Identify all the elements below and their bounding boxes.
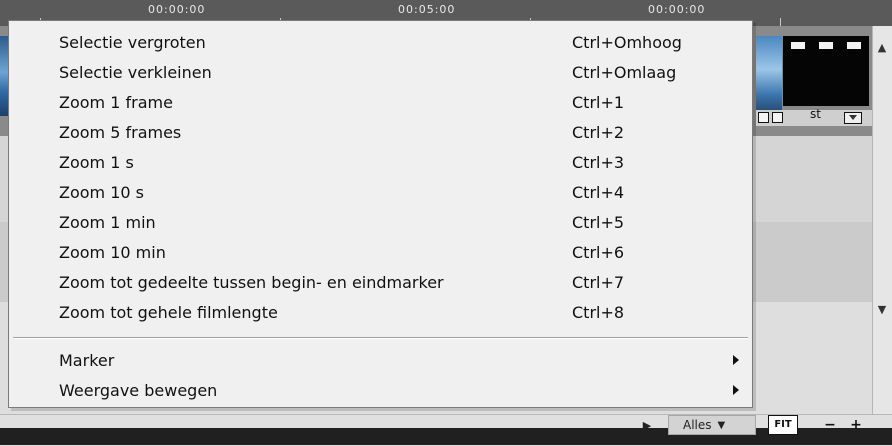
ruler-time-label: 00:00:00 (148, 3, 206, 16)
menu-item-zoom-1-frame[interactable]: Zoom 1 frame Ctrl+1 (9, 89, 752, 115)
menu-item-shortcut: Ctrl+2 (572, 122, 625, 142)
menu-item-zoom-10-s[interactable]: Zoom 10 s Ctrl+4 (9, 179, 752, 205)
clip-label: st (810, 107, 821, 121)
zoom-select-label: Alles (683, 418, 712, 432)
menu-item-label: Zoom 1 s (59, 152, 134, 172)
chevron-right-icon (733, 355, 739, 365)
ruler-time-label: 00:00:00 (648, 3, 706, 16)
menu-item-label: Zoom 10 s (59, 182, 144, 202)
black-clip[interactable] (783, 36, 869, 106)
fit-button[interactable]: FIT (768, 415, 798, 435)
vertical-scrollbar[interactable] (872, 26, 892, 416)
menu-item-selection-shrink[interactable]: Selectie verkleinen Ctrl+Omlaag (9, 59, 752, 85)
zoom-in-button[interactable]: + (846, 415, 866, 435)
menu-item-label: Weergave bewegen (59, 380, 218, 400)
zoom-select[interactable]: Alles ▼ (668, 415, 756, 435)
video-thumbnail[interactable] (756, 36, 782, 110)
ruler-tick (780, 18, 781, 26)
menu-separator (13, 337, 748, 339)
clip-marker (791, 42, 805, 49)
menu-item-zoom-between-markers[interactable]: Zoom tot gedeelte tussen begin- en eindm… (9, 269, 752, 295)
menu-item-label: Selectie vergroten (59, 32, 206, 52)
menu-item-shortcut: Ctrl+5 (572, 212, 625, 232)
menu-item-shortcut: Ctrl+1 (572, 92, 625, 112)
menu-item-shortcut: Ctrl+4 (572, 182, 625, 202)
menu-item-label: Selectie verkleinen (59, 62, 212, 82)
menu-item-zoom-10-min[interactable]: Zoom 10 min Ctrl+6 (9, 239, 752, 265)
play-icon: ▶ (642, 418, 652, 432)
menu-item-label: Zoom 10 min (59, 242, 166, 262)
zoom-out-button[interactable]: − (820, 415, 840, 435)
menu-item-label: Marker (59, 350, 115, 370)
menu-item-shortcut: Ctrl+Omhoog (572, 32, 682, 52)
clip-marker (847, 42, 861, 49)
ruler-time-label: 00:05:00 (398, 3, 456, 16)
menu-item-zoom-5-frames[interactable]: Zoom 5 frames Ctrl+2 (9, 119, 752, 145)
menu-item-shortcut: Ctrl+6 (572, 242, 625, 262)
context-menu: Selectie vergroten Ctrl+Omhoog Selectie … (8, 20, 753, 408)
menu-item-zoom-full-film[interactable]: Zoom tot gehele filmlengte Ctrl+8 (9, 299, 752, 325)
menu-item-move-view-submenu[interactable]: Weergave bewegen (9, 377, 752, 403)
menu-item-zoom-1-s[interactable]: Zoom 1 s Ctrl+3 (9, 149, 752, 175)
chevron-down-icon[interactable] (844, 112, 862, 124)
play-button[interactable]: ▶ (632, 415, 662, 435)
checkbox-icon[interactable] (772, 112, 783, 123)
scroll-down-icon[interactable]: ▼ (872, 300, 892, 320)
menu-item-label: Zoom tot gedeelte tussen begin- en eindm… (59, 272, 444, 292)
chevron-down-icon: ▼ (717, 419, 726, 431)
menu-item-shortcut: Ctrl+Omlaag (572, 62, 677, 82)
status-strip (0, 428, 892, 445)
menu-item-shortcut: Ctrl+7 (572, 272, 625, 292)
menu-item-label: Zoom 1 min (59, 212, 156, 232)
menu-item-label: Zoom 1 frame (59, 92, 173, 112)
menu-item-shortcut: Ctrl+3 (572, 152, 625, 172)
menu-item-shortcut: Ctrl+8 (572, 302, 625, 322)
clip-marker (819, 42, 833, 49)
menu-item-label: Zoom 5 frames (59, 122, 182, 142)
chevron-right-icon (733, 385, 739, 395)
scroll-up-icon[interactable]: ▲ (872, 38, 892, 58)
menu-item-label: Zoom tot gehele filmlengte (59, 302, 278, 322)
checkbox-icon[interactable] (758, 112, 769, 123)
menu-item-selection-enlarge[interactable]: Selectie vergroten Ctrl+Omhoog (9, 29, 752, 55)
menu-item-zoom-1-min[interactable]: Zoom 1 min Ctrl+5 (9, 209, 752, 235)
menu-item-marker-submenu[interactable]: Marker (9, 347, 752, 373)
